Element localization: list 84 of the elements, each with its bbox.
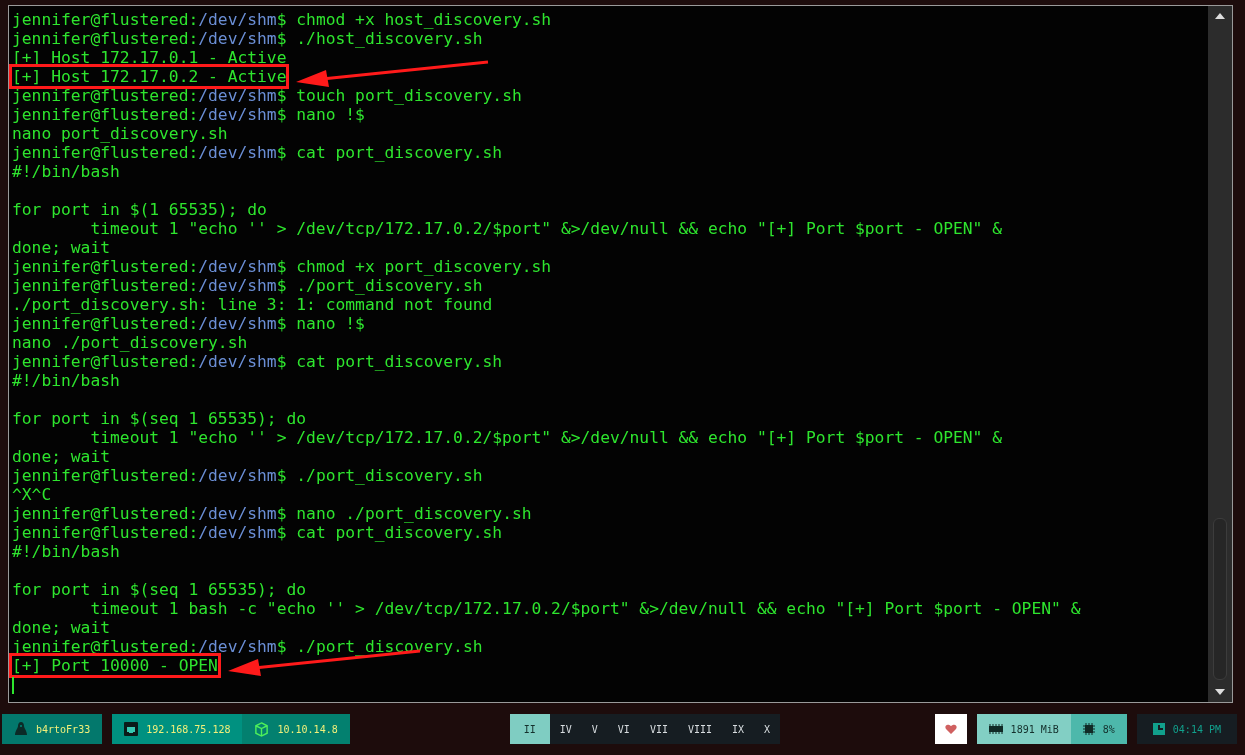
prompt-path: /dev/shm xyxy=(198,86,277,105)
output-text: nano port_discovery.sh xyxy=(12,124,228,143)
output-text: done; wait xyxy=(12,238,111,257)
command-text: chmod +x port_discovery.sh xyxy=(296,257,552,276)
workspace-button[interactable]: II xyxy=(509,714,550,745)
prompt-symbol: $ xyxy=(276,257,287,276)
prompt-symbol: $ xyxy=(276,10,287,29)
command-text: cat port_discovery.sh xyxy=(296,523,503,542)
output-text: timeout 1 "echo '' > /dev/tcp/172.17.0.2/$port" &>/dev/null && echo "[+] Port $port - OPEN" & xyxy=(89,428,1003,447)
prompt-user-host: jennifer@flustered: xyxy=(12,105,199,124)
prompt-path: /dev/shm xyxy=(198,637,277,656)
command-text: nano !$ xyxy=(296,314,365,333)
command-text: ./host_discovery.sh xyxy=(296,29,483,48)
prompt-symbol: $ xyxy=(276,314,287,333)
prompt-user-host: jennifer@flustered: xyxy=(12,504,199,523)
workspace-button[interactable]: VIII xyxy=(677,714,723,745)
prompt-path: /dev/shm xyxy=(198,314,277,333)
output-text: for port in $(seq 1 65535); do xyxy=(12,409,307,428)
output-text: timeout 1 "echo '' > /dev/tcp/172.17.0.2/$port" &>/dev/null && echo "[+] Port $port - OPEN" & xyxy=(89,219,1003,238)
output-text: nano ./port_discovery.sh xyxy=(12,333,248,352)
workspace-button[interactable]: VII xyxy=(639,714,678,745)
output-text: done; wait xyxy=(12,447,111,466)
memory-usage-text: 1891 MiB xyxy=(1010,723,1059,735)
workspace-button[interactable]: V xyxy=(581,714,608,745)
prompt-symbol: $ xyxy=(276,352,287,371)
output-text: #!/bin/bash xyxy=(12,371,120,390)
prompt-user-host: jennifer@flustered: xyxy=(12,276,199,295)
prompt-user-host: jennifer@flustered: xyxy=(12,314,199,333)
command-text: nano !$ xyxy=(296,105,365,124)
prompt-user-host: jennifer@flustered: xyxy=(12,466,199,485)
output-text: for port in $(seq 1 65535); do xyxy=(12,580,307,599)
output-text: timeout 1 bash -c "echo '' > /dev/tcp/172.17.0.2/$port" &>/dev/null && echo "[+] Port $port - OPEN" & xyxy=(89,599,1081,618)
username-text: b4rtoFr33 xyxy=(36,723,91,735)
prompt-user-host: jennifer@flustered: xyxy=(12,86,199,105)
prompt-user-host: jennifer@flustered: xyxy=(12,10,199,29)
prompt-user-host: jennifer@flustered: xyxy=(12,29,199,48)
output-text: ^X^C xyxy=(12,485,52,504)
output-text: [+] Host 172.17.0.2 - Active xyxy=(12,67,287,86)
prompt-symbol: $ xyxy=(276,504,287,523)
command-text: chmod +x host_discovery.sh xyxy=(296,10,552,29)
workspace-button[interactable]: VI xyxy=(607,714,640,745)
prompt-user-host: jennifer@flustered: xyxy=(12,257,199,276)
command-text: ./port_discovery.sh xyxy=(296,466,483,485)
prompt-user-host: jennifer@flustered: xyxy=(12,352,199,371)
command-text: cat port_discovery.sh xyxy=(296,143,503,162)
prompt-symbol: $ xyxy=(276,86,287,105)
prompt-symbol: $ xyxy=(276,637,287,656)
prompt-user-host: jennifer@flustered: xyxy=(12,523,199,542)
command-text: ./port_discovery.sh xyxy=(296,637,483,656)
output-text: done; wait xyxy=(12,618,111,637)
output-text: ./port_discovery.sh: line 3: 1: command not found xyxy=(12,295,493,314)
workspace-button[interactable]: X xyxy=(754,714,781,745)
output-text: #!/bin/bash xyxy=(12,162,120,181)
workspace-button[interactable]: IX xyxy=(722,714,755,745)
prompt-path: /dev/shm xyxy=(198,10,277,29)
workspace-button[interactable]: IV xyxy=(549,714,582,745)
output-text: for port in $(1 65535); do xyxy=(12,200,267,219)
command-text: cat port_discovery.sh xyxy=(296,352,503,371)
command-text: ./port_discovery.sh xyxy=(296,276,483,295)
prompt-symbol: $ xyxy=(276,466,287,485)
prompt-path: /dev/shm xyxy=(198,29,277,48)
prompt-path: /dev/shm xyxy=(198,143,277,162)
ip-address-text: 192.168.75.128 xyxy=(146,723,231,735)
prompt-path: /dev/shm xyxy=(198,352,277,371)
clock-text: 04:14 PM xyxy=(1172,723,1221,735)
prompt-path: /dev/shm xyxy=(198,523,277,542)
cpu-usage-text: 8% xyxy=(1102,723,1115,735)
prompt-path: /dev/shm xyxy=(198,276,277,295)
prompt-user-host: jennifer@flustered: xyxy=(12,143,199,162)
command-text: touch port_discovery.sh xyxy=(296,86,522,105)
output-text: #!/bin/bash xyxy=(12,542,120,561)
prompt-path: /dev/shm xyxy=(198,504,277,523)
prompt-symbol: $ xyxy=(276,276,287,295)
ip-address-text: 10.10.14.8 xyxy=(277,723,338,735)
prompt-path: /dev/shm xyxy=(198,466,277,485)
prompt-symbol: $ xyxy=(276,523,287,542)
prompt-path: /dev/shm xyxy=(198,105,277,124)
prompt-symbol: $ xyxy=(276,29,287,48)
output-text: [+] Port 10000 - OPEN xyxy=(12,656,218,675)
prompt-symbol: $ xyxy=(276,143,287,162)
prompt-path: /dev/shm xyxy=(198,257,277,276)
prompt-symbol: $ xyxy=(276,105,287,124)
command-text: nano ./port_discovery.sh xyxy=(296,504,532,523)
prompt-user-host: jennifer@flustered: xyxy=(12,637,199,656)
